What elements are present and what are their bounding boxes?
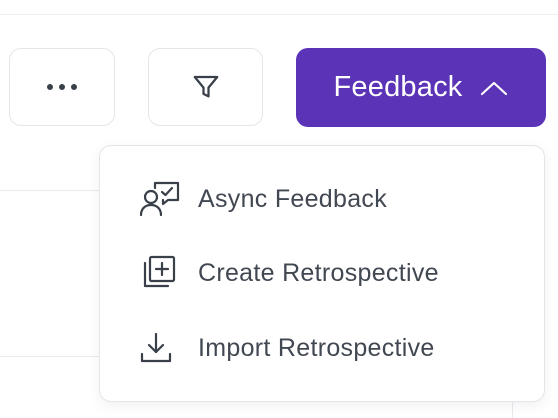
async-feedback-icon (139, 181, 180, 217)
filter-button[interactable] (148, 48, 263, 126)
menu-item-label: Import Retrospective (198, 333, 435, 362)
menu-item-import-retrospective[interactable]: Import Retrospective (138, 323, 435, 373)
menu-item-create-retrospective[interactable]: Create Retrospective (138, 248, 439, 298)
more-horizontal-icon (47, 84, 77, 90)
feedback-button-label: Feedback (333, 71, 463, 103)
menu-item-async-feedback[interactable]: Async Feedback (138, 174, 387, 224)
filter-icon (193, 75, 218, 98)
feedback-button[interactable]: Feedback (296, 48, 546, 127)
top-divider (0, 14, 558, 15)
background-divider (0, 190, 110, 191)
download-icon (140, 332, 172, 363)
add-copy-icon (143, 255, 176, 288)
more-options-button[interactable] (9, 48, 115, 126)
menu-item-label: Create Retrospective (198, 258, 439, 287)
background-divider (0, 356, 110, 357)
feedback-dropdown-menu: Async Feedback Create Retrospective Impo… (99, 145, 545, 402)
menu-item-label: Async Feedback (198, 184, 388, 213)
chevron-up-icon (481, 81, 508, 95)
